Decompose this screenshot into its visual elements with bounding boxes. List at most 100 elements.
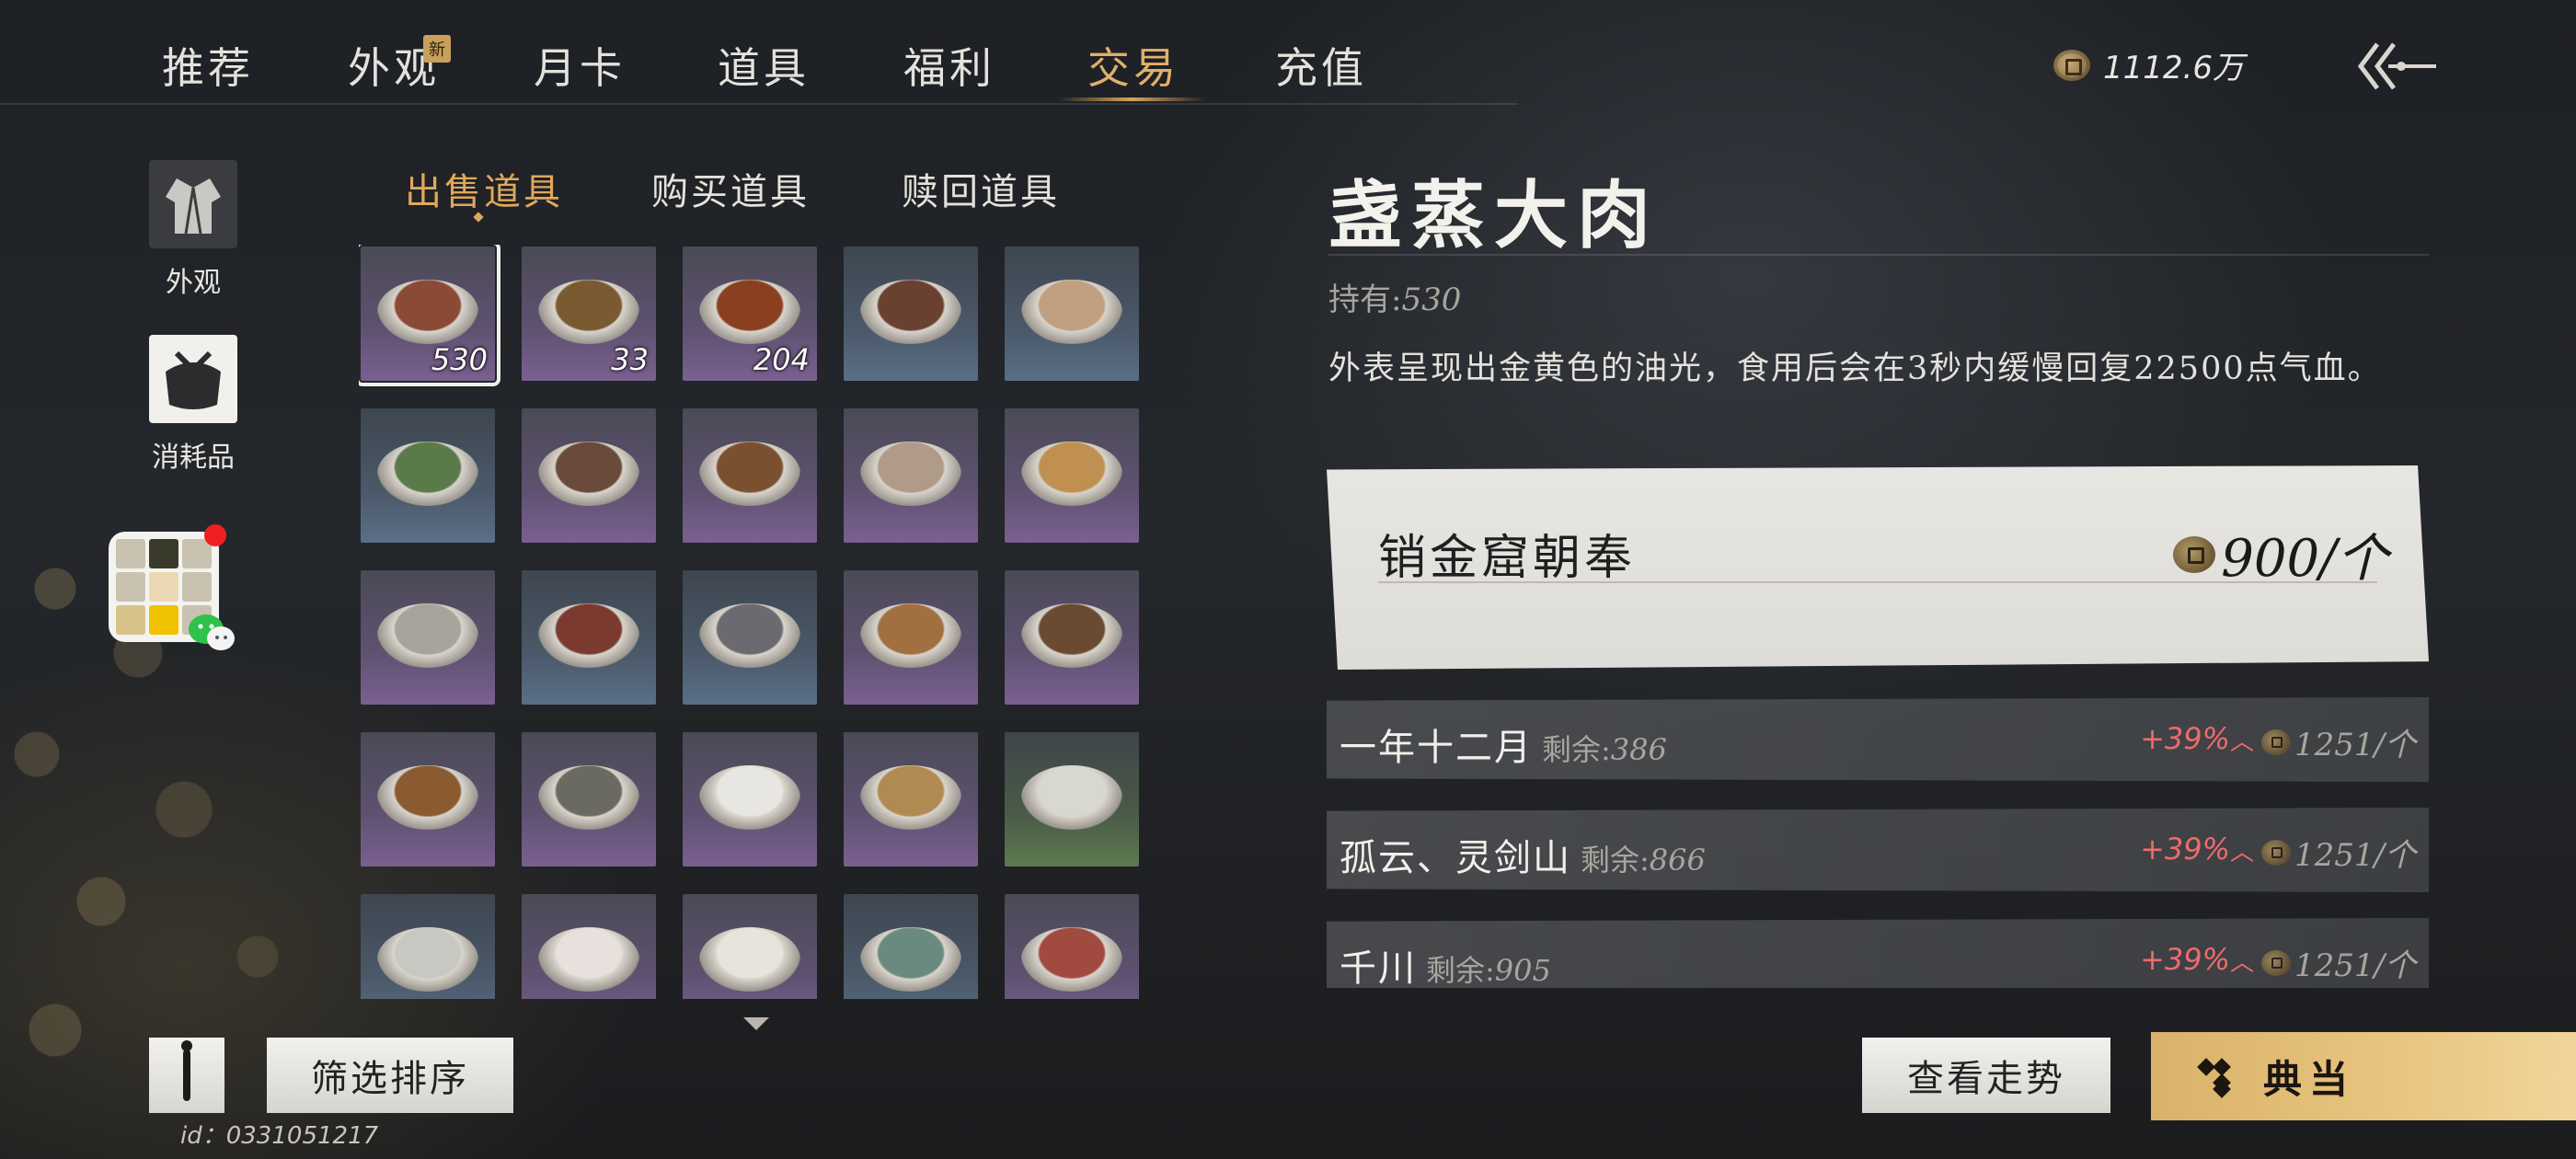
inventory-slot[interactable] xyxy=(683,732,817,866)
inventory-slot[interactable] xyxy=(844,408,978,543)
inventory-slot[interactable] xyxy=(844,570,978,705)
remain-value: 386 xyxy=(1610,732,1667,767)
listing-price: 1251/个 xyxy=(2261,719,2416,764)
remain-label: 剩余: xyxy=(1542,732,1611,767)
list-item[interactable]: 千川 剩余:905 +39% ︿ 1251/个 xyxy=(1327,918,2429,988)
sidebar-item-appearance[interactable]: 外观 xyxy=(147,160,239,300)
price-change: +39% xyxy=(2140,721,2230,756)
top-nav: 推荐 外观 新 月卡 道具 福利 交易 充值 xyxy=(0,0,1518,105)
inventory-slot[interactable] xyxy=(1005,894,1139,999)
food-item-icon xyxy=(860,603,961,668)
inventory-slot[interactable] xyxy=(361,732,495,866)
filter-sort-button[interactable]: 筛选排序 xyxy=(267,1038,513,1113)
tab-recharge[interactable]: 充值 xyxy=(1275,35,1367,96)
subtab-buy-items[interactable]: 购买道具 xyxy=(651,162,810,215)
item-count: 530 xyxy=(431,342,488,377)
currency-amount: 1112.6万 xyxy=(2103,50,2244,86)
double-chevron-left-icon[interactable] xyxy=(2355,39,2438,94)
food-item-icon xyxy=(377,280,478,344)
player-id: id：0331051217 xyxy=(180,1122,379,1150)
inventory-slot[interactable] xyxy=(683,570,817,705)
inventory-slot[interactable] xyxy=(844,894,978,999)
sidebar-item-label: 消耗品 xyxy=(152,442,235,474)
diamond-icon xyxy=(2206,1061,2237,1092)
food-item-icon xyxy=(699,280,800,344)
food-item-icon xyxy=(377,927,478,992)
inventory-grid: 530 33 204 xyxy=(359,245,1141,999)
price-change: +39% xyxy=(2140,942,2230,977)
arrow-up-icon: ︿ xyxy=(2229,729,2254,756)
inventory-slot[interactable] xyxy=(844,732,978,866)
notification-dot xyxy=(204,524,226,546)
tab-welfare[interactable]: 福利 xyxy=(903,35,995,96)
food-item-icon xyxy=(538,765,639,830)
consumable-bag-icon xyxy=(149,335,237,423)
wechat-icon[interactable] xyxy=(188,613,236,653)
inventory-slot[interactable] xyxy=(683,894,817,999)
inventory-slot[interactable] xyxy=(844,247,978,381)
remain-value: 866 xyxy=(1649,843,1706,878)
copper-coin-icon xyxy=(2173,535,2216,573)
arrow-up-icon: ︿ xyxy=(2229,949,2254,977)
inventory-slot[interactable] xyxy=(1005,408,1139,543)
sidebar-item-label: 外观 xyxy=(166,267,221,299)
food-item-icon xyxy=(699,442,800,506)
best-card-divider xyxy=(1378,581,2377,583)
item-title: 盏蒸大肉 xyxy=(1328,172,1660,258)
info-icon xyxy=(181,1040,192,1101)
copper-coin-icon xyxy=(2053,49,2090,81)
pawn-button[interactable]: 典当 xyxy=(2151,1032,2576,1120)
sidebar-item-consumables[interactable]: 消耗品 xyxy=(147,335,239,475)
list-item[interactable]: 一年十二月 剩余:386 +39% ︿ 1251/个 xyxy=(1327,697,2429,782)
list-item[interactable]: 孤云、灵剑山 剩余:866 +39% ︿ 1251/个 xyxy=(1327,808,2429,892)
inventory-slot[interactable] xyxy=(1005,732,1139,866)
inventory-slot[interactable] xyxy=(522,570,656,705)
arrow-up-icon: ︿ xyxy=(2229,839,2254,866)
view-trend-button[interactable]: 查看走势 xyxy=(1862,1038,2110,1113)
listing-price-value: 1251/个 xyxy=(2294,947,2416,984)
inventory-slot[interactable] xyxy=(361,408,495,543)
currency-display: 1112.6万 xyxy=(2053,42,2244,87)
inventory-slot[interactable] xyxy=(522,732,656,866)
subtab-redeem-items[interactable]: 赎回道具 xyxy=(902,162,1060,215)
info-button[interactable] xyxy=(149,1038,224,1113)
server-name: 千川 xyxy=(1340,947,1417,988)
food-item-icon xyxy=(538,603,639,668)
server-name: 孤云、灵剑山 xyxy=(1340,837,1571,879)
food-item-icon xyxy=(860,442,961,506)
inventory-slot[interactable] xyxy=(361,570,495,705)
food-item-icon xyxy=(860,765,961,830)
best-price-card[interactable]: 销金窟朝奉 900/个 xyxy=(1327,465,2429,670)
item-count: 33 xyxy=(611,342,649,377)
inventory-slot[interactable] xyxy=(683,408,817,543)
food-item-icon xyxy=(377,442,478,506)
inventory-slot[interactable] xyxy=(1005,247,1139,381)
food-item-icon xyxy=(699,927,800,992)
listing-price-value: 1251/个 xyxy=(2294,727,2416,763)
food-item-icon xyxy=(538,442,639,506)
food-item-icon xyxy=(699,765,800,830)
inventory-slot[interactable]: 530 xyxy=(359,245,500,386)
inventory-slot[interactable]: 204 xyxy=(683,247,817,381)
listing-price: 1251/个 xyxy=(2261,830,2416,875)
copper-coin-icon xyxy=(2261,729,2292,755)
inventory-slot[interactable]: 33 xyxy=(522,247,656,381)
subtab-sell-items[interactable]: 出售道具 xyxy=(405,162,563,215)
food-item-icon xyxy=(860,280,961,344)
food-item-icon xyxy=(377,765,478,830)
server-price-list: 一年十二月 剩余:386 +39% ︿ 1251/个 孤云、灵剑山 剩余:866 +… xyxy=(1327,697,2429,988)
food-item-icon xyxy=(1021,603,1122,668)
food-item-icon xyxy=(1021,280,1122,344)
inventory-slot[interactable] xyxy=(522,408,656,543)
inventory-slot[interactable] xyxy=(522,894,656,999)
title-divider xyxy=(1328,254,2429,256)
tab-monthly-card[interactable]: 月卡 xyxy=(534,35,626,96)
pawn-button-label: 典当 xyxy=(2263,1056,2356,1102)
tab-trade[interactable]: 交易 xyxy=(1087,35,1179,96)
inventory-slot[interactable] xyxy=(361,894,495,999)
inventory-slot[interactable] xyxy=(1005,570,1139,705)
scroll-down-arrow-icon[interactable] xyxy=(743,1017,769,1030)
tab-recommend[interactable]: 推荐 xyxy=(162,35,254,96)
tab-items[interactable]: 道具 xyxy=(718,35,810,96)
active-tab-indicator xyxy=(1058,98,1205,101)
